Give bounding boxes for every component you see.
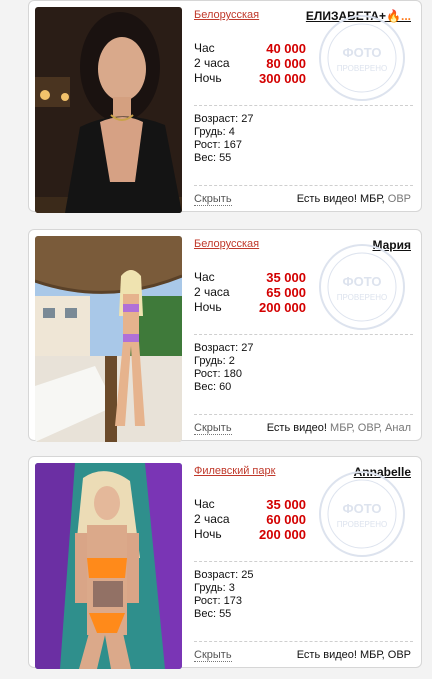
stamp-bottom-text: ПРОВЕРЕНО bbox=[337, 520, 387, 529]
price-row: Ночь 300 000 bbox=[194, 71, 306, 86]
stamp-top-text: ФОТО bbox=[343, 501, 382, 516]
param-age: Возраст: 25 bbox=[194, 569, 254, 581]
price-label: Ночь bbox=[194, 71, 222, 85]
profile-name: ЕЛИЗАВЕТА+ bbox=[305, 9, 387, 23]
price-list: Час 35 000 2 часа 65 000 Ночь 200 000 bbox=[194, 270, 306, 315]
price-label: 2 часа bbox=[194, 56, 230, 70]
stamp-top-text: ФОТО bbox=[343, 274, 382, 289]
hide-button[interactable]: Скрыть bbox=[194, 649, 232, 662]
price-row: Час 35 000 bbox=[194, 270, 306, 285]
param-age: Возраст: 27 bbox=[194, 342, 254, 354]
price-label: 2 часа bbox=[194, 512, 230, 526]
param-breast: Грудь: 2 bbox=[194, 355, 235, 367]
profile-params: Возраст: 27 Грудь: 2 Рост: 180 Вес: 60 bbox=[194, 342, 254, 394]
listing-feed: Белорусская ЕЛИЗАВЕТА+🔥... ФОТО ПРОВЕРЕН… bbox=[0, 0, 432, 679]
price-label: Ночь bbox=[194, 527, 222, 541]
profile-name-link[interactable]: ЕЛИЗАВЕТА+🔥... bbox=[306, 9, 411, 23]
profile-photo[interactable] bbox=[35, 463, 182, 669]
param-breast: Грудь: 4 bbox=[194, 126, 235, 138]
price-value: 200 000 bbox=[259, 527, 306, 542]
price-label: 2 часа bbox=[194, 285, 230, 299]
divider bbox=[194, 414, 413, 415]
extras: Есть видео! МБР, ОВР bbox=[297, 649, 411, 661]
video-label: Есть видео! bbox=[266, 422, 327, 434]
price-label: Час bbox=[194, 497, 215, 511]
services-main: МБР, bbox=[360, 193, 385, 205]
district-link[interactable]: Филевский парк bbox=[194, 465, 275, 477]
price-row: Ночь 200 000 bbox=[194, 527, 306, 542]
price-row: 2 часа 65 000 bbox=[194, 285, 306, 300]
price-label: Час bbox=[194, 41, 215, 55]
profile-name-link[interactable]: Annabelle bbox=[354, 465, 411, 479]
price-row: Ночь 200 000 bbox=[194, 300, 306, 315]
photo-verified-stamp: ФОТО ПРОВЕРЕНО bbox=[319, 15, 405, 101]
param-height: Рост: 167 bbox=[194, 139, 242, 151]
price-list: Час 40 000 2 часа 80 000 Ночь 300 000 bbox=[194, 41, 306, 86]
param-breast: Грудь: 3 bbox=[194, 582, 235, 594]
price-label: Ночь bbox=[194, 300, 222, 314]
stamp-top-text: ФОТО bbox=[343, 45, 382, 60]
stamp-bottom-text: ПРОВЕРЕНО bbox=[337, 293, 387, 302]
profile-name: Мария bbox=[372, 238, 411, 252]
price-label: Час bbox=[194, 270, 215, 284]
price-list: Час 35 000 2 часа 60 000 Ночь 200 000 bbox=[194, 497, 306, 542]
fire-icon: 🔥... bbox=[386, 9, 411, 23]
district-link[interactable]: Белорусская bbox=[194, 238, 259, 250]
profile-params: Возраст: 27 Грудь: 4 Рост: 167 Вес: 55 bbox=[194, 113, 254, 165]
profile-name-link[interactable]: Мария bbox=[372, 238, 411, 252]
param-height: Рост: 173 bbox=[194, 595, 242, 607]
profile-photo[interactable] bbox=[35, 7, 182, 213]
extras: Есть видео! МБР, ОВР bbox=[297, 193, 411, 205]
price-row: 2 часа 60 000 bbox=[194, 512, 306, 527]
video-label: Есть видео! bbox=[296, 193, 357, 205]
district-link[interactable]: Белорусская bbox=[194, 9, 259, 21]
photo-image bbox=[35, 7, 182, 213]
price-value: 35 000 bbox=[266, 497, 306, 512]
listing-card[interactable]: Белорусская Мария ФОТО ПРОВЕРЕНО Час 35 0… bbox=[28, 229, 422, 442]
photo-verified-stamp: ФОТО ПРОВЕРЕНО bbox=[319, 471, 405, 557]
param-weight: Вес: 60 bbox=[194, 381, 232, 393]
listing-card[interactable]: Филевский парк Annabelle ФОТО ПРОВЕРЕНО … bbox=[28, 456, 422, 669]
price-value: 200 000 bbox=[259, 300, 306, 315]
price-value: 300 000 bbox=[259, 71, 306, 86]
profile-name: Annabelle bbox=[353, 465, 411, 479]
price-value: 40 000 bbox=[266, 41, 306, 56]
profile-params: Возраст: 25 Грудь: 3 Рост: 173 Вес: 55 bbox=[194, 569, 254, 621]
photo-image bbox=[35, 236, 182, 442]
divider bbox=[194, 334, 413, 335]
param-weight: Вес: 55 bbox=[194, 608, 232, 620]
services-muted: МБР, ОВР, Анал bbox=[330, 422, 411, 434]
stamp-bottom-text: ПРОВЕРЕНО bbox=[337, 64, 387, 73]
price-value: 80 000 bbox=[266, 56, 306, 71]
param-height: Рост: 180 bbox=[194, 368, 242, 380]
hide-button[interactable]: Скрыть bbox=[194, 422, 232, 435]
photo-image bbox=[35, 463, 182, 669]
price-row: Час 35 000 bbox=[194, 497, 306, 512]
video-label: Есть видео! bbox=[296, 649, 357, 661]
param-age: Возраст: 27 bbox=[194, 113, 254, 125]
price-row: 2 часа 80 000 bbox=[194, 56, 306, 71]
price-value: 60 000 bbox=[266, 512, 306, 527]
price-row: Час 40 000 bbox=[194, 41, 306, 56]
listing-card[interactable]: Белорусская ЕЛИЗАВЕТА+🔥... ФОТО ПРОВЕРЕН… bbox=[28, 0, 422, 213]
divider bbox=[194, 105, 413, 106]
services-main: МБР, ОВР bbox=[360, 649, 411, 661]
profile-photo[interactable] bbox=[35, 236, 182, 442]
divider bbox=[194, 185, 413, 186]
param-weight: Вес: 55 bbox=[194, 152, 232, 164]
price-value: 65 000 bbox=[266, 285, 306, 300]
hide-button[interactable]: Скрыть bbox=[194, 193, 232, 206]
services-muted: ОВР bbox=[387, 193, 411, 205]
divider bbox=[194, 561, 413, 562]
price-value: 35 000 bbox=[266, 270, 306, 285]
divider bbox=[194, 641, 413, 642]
photo-verified-stamp: ФОТО ПРОВЕРЕНО bbox=[319, 244, 405, 330]
extras: Есть видео! МБР, ОВР, Анал bbox=[267, 422, 411, 434]
